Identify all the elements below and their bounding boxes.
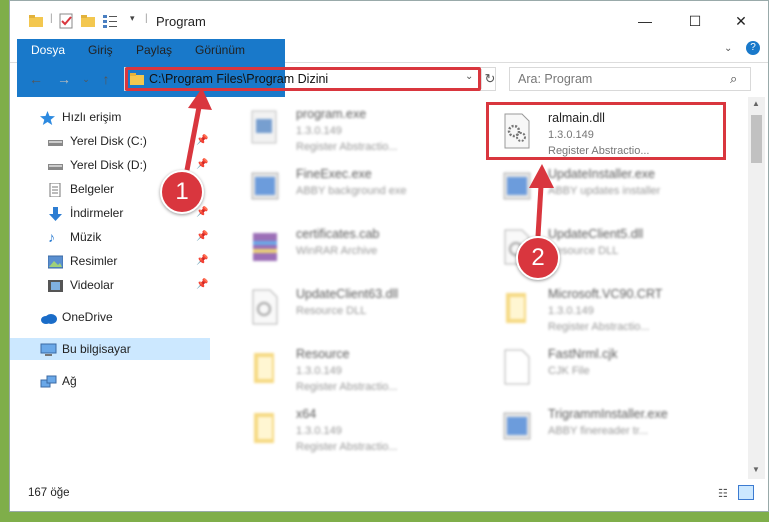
step-badge-1: 1 xyxy=(160,170,204,214)
step-badge-2: 2 xyxy=(516,236,560,280)
annotation-arrows xyxy=(184,88,554,237)
arrow-1 xyxy=(184,88,212,171)
arrow-2 xyxy=(529,164,554,237)
